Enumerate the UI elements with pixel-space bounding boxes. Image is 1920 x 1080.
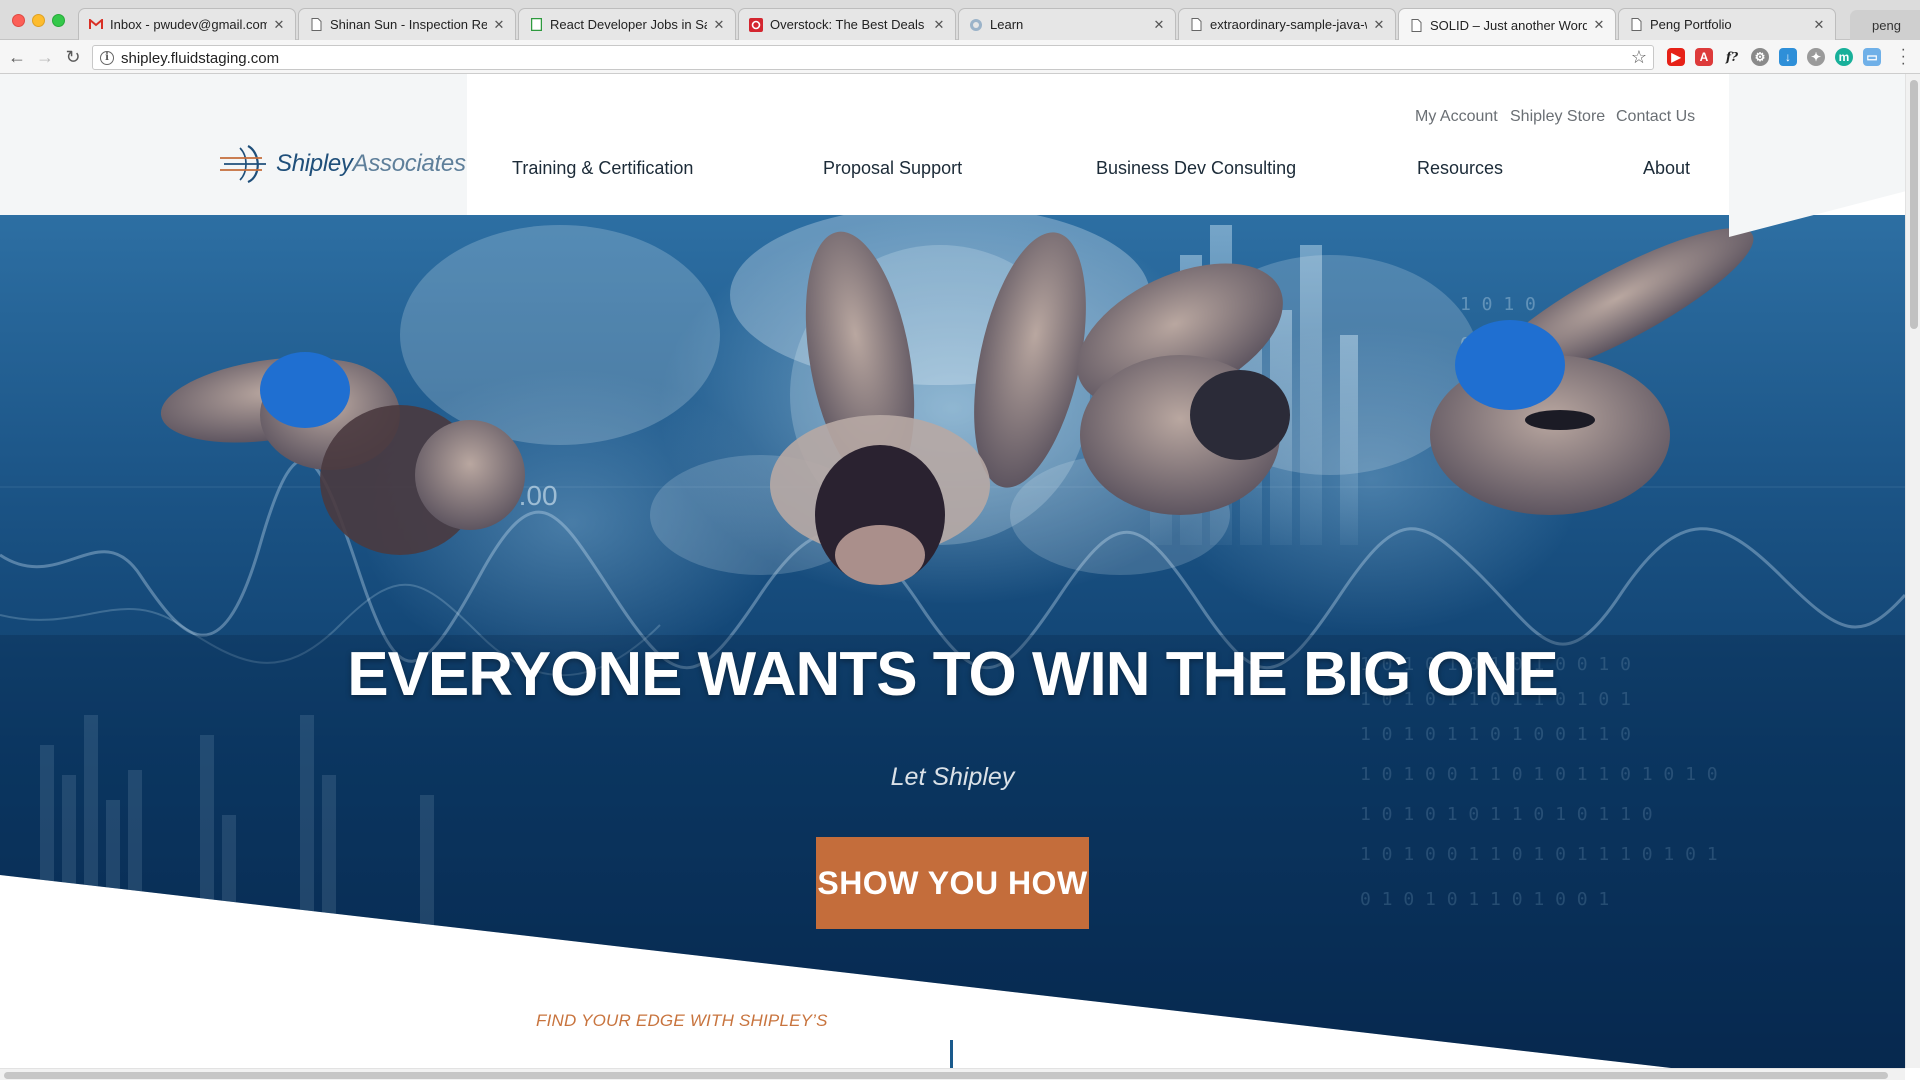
folder-ext-icon[interactable]: ▭: [1863, 48, 1881, 66]
site-logo[interactable]: ShipleyAssociates: [218, 142, 466, 186]
page-viewport: 1 0 1 0 1 0 1 0 1 0 0 1 0 1 0 1 0 1 1 0 …: [0, 74, 1905, 1068]
font-ext-icon[interactable]: f?: [1723, 48, 1741, 66]
nav-about[interactable]: About: [1643, 158, 1690, 179]
browser-menu-icon[interactable]: · · ·: [1901, 42, 1906, 72]
nav-shipley-store[interactable]: Shipley Store: [1510, 108, 1605, 126]
browser-tab-active[interactable]: SOLID – Just another WordPr ✕: [1398, 8, 1616, 41]
close-icon[interactable]: ✕: [1593, 17, 1605, 33]
vertical-scroll-thumb[interactable]: [1910, 80, 1918, 329]
nav-training-certification[interactable]: Training & Certification: [512, 158, 693, 179]
section-kicker: FIND YOUR EDGE WITH SHIPLEY’S: [536, 1011, 828, 1030]
nav-resources[interactable]: Resources: [1417, 158, 1503, 179]
close-icon[interactable]: ✕: [493, 17, 505, 33]
back-arrow-icon[interactable]: ←: [6, 46, 28, 68]
maximize-window-button[interactable]: [52, 14, 65, 27]
close-window-button[interactable]: [12, 14, 25, 27]
close-icon[interactable]: ✕: [713, 17, 725, 33]
browser-tab[interactable]: extraordinary-sample-java-w ✕: [1178, 8, 1396, 40]
browser-tab[interactable]: Shinan Sun - Inspection Repo ✕: [298, 8, 516, 40]
tab-title: Learn: [990, 17, 1024, 32]
document-green-icon: [529, 18, 543, 32]
section-divider: [950, 1040, 953, 1068]
globe-logo-icon: [220, 145, 266, 184]
profile-name: peng: [1872, 18, 1901, 33]
browser-tab[interactable]: Learn ✕: [958, 8, 1176, 40]
logo-name-bold: Shipley: [276, 150, 353, 177]
tab-title: Peng Portfolio: [1650, 17, 1732, 32]
puzzle-ext-icon[interactable]: ✦: [1807, 48, 1825, 66]
nav-my-account[interactable]: My Account: [1415, 108, 1498, 126]
header-nav-panel: My Account Shipley Store Contact Us Trai…: [481, 74, 1715, 215]
address-bar[interactable]: i shipley.fluidstaging.com ☆: [92, 45, 1654, 70]
browser-tab-bar: Inbox - pwudev@gmail.com - ✕ Shinan Sun …: [0, 0, 1920, 41]
browser-tab[interactable]: Inbox - pwudev@gmail.com - ✕: [78, 8, 296, 40]
gmail-icon: [89, 18, 103, 32]
close-icon[interactable]: ✕: [1813, 17, 1825, 33]
hero-subtitle: Let Shipley: [890, 763, 1015, 791]
nav-business-dev-consulting[interactable]: Business Dev Consulting: [1096, 158, 1296, 179]
hero-title: EVERYONE WANTS TO WIN THE BIG ONE: [347, 640, 1559, 709]
document-icon: [1189, 18, 1203, 32]
info-icon[interactable]: i: [100, 51, 114, 65]
close-icon[interactable]: ✕: [1153, 17, 1165, 33]
header-corner-wedge: [1729, 74, 1905, 237]
browser-toolbar: ← → ↻ i shipley.fluidstaging.com ☆ ▶ A f…: [0, 40, 1920, 74]
close-icon[interactable]: ✕: [933, 17, 945, 33]
angular-ext-icon[interactable]: A: [1695, 48, 1713, 66]
show-you-how-button[interactable]: SHOW YOU HOW: [816, 837, 1089, 929]
m-ext-icon[interactable]: m: [1835, 48, 1853, 66]
document-icon: [309, 18, 323, 32]
globe-icon: [969, 18, 983, 32]
tab-title: Overstock: The Best Deals O: [770, 17, 927, 32]
bookmark-star-icon[interactable]: ☆: [1631, 47, 1647, 68]
tab-title: SOLID – Just another WordPr: [1430, 17, 1587, 33]
logo-panel: ShipleyAssociates: [0, 74, 467, 215]
hero-banner: 1 0 1 0 1 0 1 0 1 0 0 1 0 1 0 1 0 1 1 0 …: [0, 215, 1905, 1068]
tab-title: extraordinary-sample-java-w: [1210, 17, 1367, 32]
browser-tab[interactable]: React Developer Jobs in Salt ✕: [518, 8, 736, 40]
close-icon[interactable]: ✕: [273, 17, 285, 33]
reload-icon[interactable]: ↻: [62, 46, 84, 68]
download-ext-icon[interactable]: ↓: [1779, 48, 1797, 66]
overstock-icon: [749, 17, 763, 32]
browser-tab[interactable]: Peng Portfolio ✕: [1618, 8, 1836, 40]
vertical-scrollbar[interactable]: [1905, 74, 1920, 1068]
logo-name-light: Associates: [352, 150, 466, 177]
document-icon: [1409, 18, 1423, 32]
profile-button[interactable]: peng: [1850, 10, 1920, 40]
document-icon: [1629, 18, 1643, 32]
swimmer-figure: [1430, 228, 1754, 515]
svg-text:1 0 1 0: 1 0 1 0: [1460, 294, 1536, 315]
horizontal-scrollbar[interactable]: [0, 1068, 1905, 1080]
tab-title: Shinan Sun - Inspection Repo: [330, 17, 487, 32]
url-text[interactable]: shipley.fluidstaging.com: [121, 50, 279, 67]
browser-tab[interactable]: Overstock: The Best Deals O ✕: [738, 8, 956, 40]
tab-title: Inbox - pwudev@gmail.com -: [110, 17, 267, 32]
gear-ext-icon[interactable]: ⚙: [1751, 48, 1769, 66]
nav-contact-us[interactable]: Contact Us: [1616, 108, 1695, 126]
tab-title: React Developer Jobs in Salt: [550, 17, 707, 32]
youtube-ext-icon[interactable]: ▶: [1667, 48, 1685, 66]
nav-proposal-support[interactable]: Proposal Support: [823, 158, 962, 179]
forward-arrow-icon[interactable]: →: [34, 46, 56, 68]
horizontal-scroll-thumb[interactable]: [4, 1072, 1888, 1079]
minimize-window-button[interactable]: [32, 14, 45, 27]
close-icon[interactable]: ✕: [1373, 17, 1385, 33]
